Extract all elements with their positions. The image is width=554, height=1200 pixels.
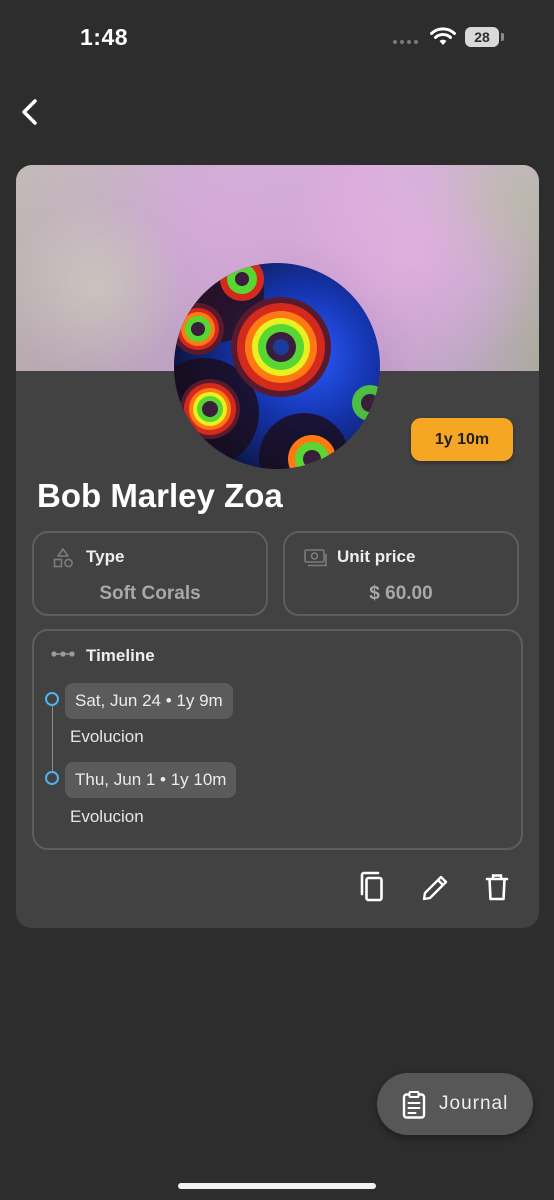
timeline-dot <box>45 692 59 706</box>
timeline-dot <box>45 771 59 785</box>
timeline-section: Timeline Sat, Jun 24 • 1y 9m Evolucion T… <box>32 629 523 850</box>
copy-icon <box>360 871 383 902</box>
unit-price-box: Unit price $ 60.00 <box>283 531 519 616</box>
coral-name: Bob Marley Zoa <box>37 477 283 514</box>
back-button[interactable] <box>14 92 50 132</box>
timeline-entry-note: Evolucion <box>70 727 144 746</box>
coral-detail-card: 1y 10m Bob Marley Zoa Type Soft Corals U… <box>16 165 539 928</box>
wifi-icon <box>430 27 456 45</box>
cellular-signal-icon <box>393 40 418 44</box>
shapes-icon <box>53 548 73 568</box>
battery-level: 28 <box>474 29 490 45</box>
timeline-connector <box>52 699 53 779</box>
journal-label: Journal <box>439 1093 509 1114</box>
age-badge: 1y 10m <box>411 418 513 461</box>
home-indicator <box>178 1183 376 1189</box>
timeline-entry-date[interactable]: Thu, Jun 1 • 1y 10m <box>65 762 237 798</box>
type-box: Type Soft Corals <box>32 531 268 616</box>
status-bar: 1:48 28 <box>0 0 554 76</box>
battery-nub <box>501 33 504 41</box>
delete-button[interactable] <box>482 870 512 904</box>
battery-indicator: 28 <box>465 27 499 47</box>
timeline-entry-note: Evolucion <box>70 807 144 826</box>
status-time: 1:48 <box>80 24 129 50</box>
pencil-icon <box>422 875 448 901</box>
type-value: Soft Corals <box>99 583 201 604</box>
cash-icon <box>304 549 327 567</box>
journal-button[interactable]: Journal <box>377 1073 533 1135</box>
unit-price-value: $ 60.00 <box>369 583 433 604</box>
timeline-entry-date[interactable]: Sat, Jun 24 • 1y 9m <box>65 683 233 719</box>
unit-price-label: Unit price <box>337 547 416 566</box>
edit-button[interactable] <box>420 870 450 904</box>
chevron-left-icon <box>22 99 37 125</box>
trash-icon <box>485 874 509 901</box>
clipboard-icon <box>402 1091 426 1119</box>
timeline-icon <box>51 651 75 657</box>
type-label: Type <box>86 547 125 566</box>
timeline-title: Timeline <box>86 646 155 665</box>
coral-avatar[interactable] <box>174 263 380 469</box>
copy-button[interactable] <box>357 870 387 904</box>
